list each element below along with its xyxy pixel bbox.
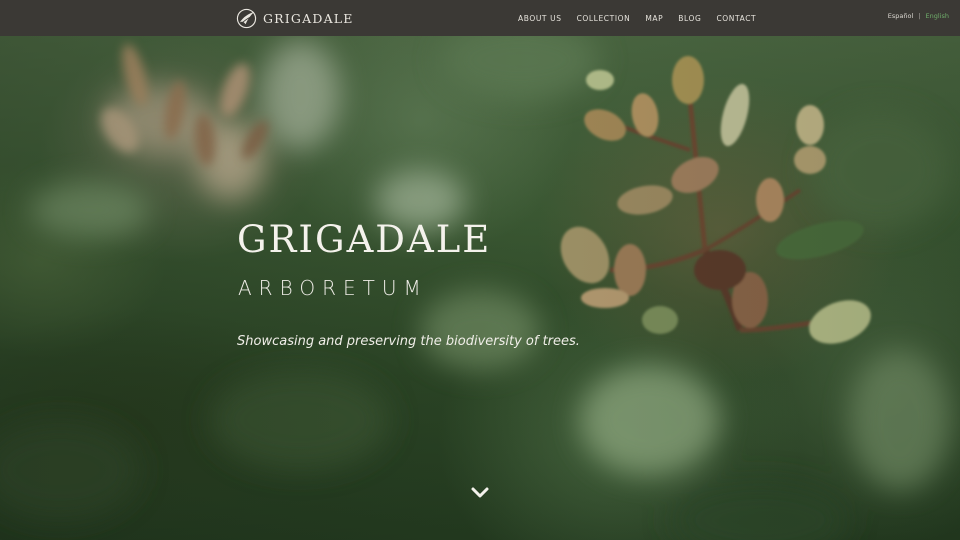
- nav-item-map[interactable]: MAP: [645, 14, 663, 23]
- brand-name: GRIGADALE: [263, 10, 354, 26]
- language-switcher: Español | English: [888, 12, 949, 20]
- nav-item-contact[interactable]: CONTACT: [716, 14, 756, 23]
- leaf-swoosh-logo-icon: [236, 8, 257, 28]
- language-option-spanish[interactable]: Español: [888, 12, 914, 20]
- page: GRIGADALE ABOUT US COLLECTION MAP BLOG C…: [0, 0, 960, 540]
- language-separator: |: [918, 12, 921, 20]
- nav-item-blog[interactable]: BLOG: [678, 14, 701, 23]
- main-navigation: ABOUT US COLLECTION MAP BLOG CONTACT: [518, 0, 771, 36]
- hero-overlay: [0, 0, 960, 540]
- brand-logo-link[interactable]: GRIGADALE: [236, 7, 354, 29]
- hero-tagline: Showcasing and preserving the biodiversi…: [237, 334, 580, 349]
- hero-title: GRIGADALE: [237, 218, 492, 261]
- top-navigation-bar: GRIGADALE ABOUT US COLLECTION MAP BLOG C…: [0, 0, 960, 36]
- chevron-down-icon[interactable]: [470, 485, 490, 501]
- nav-item-about-us[interactable]: ABOUT US: [518, 14, 562, 23]
- nav-item-collection[interactable]: COLLECTION: [577, 14, 631, 23]
- language-option-english[interactable]: English: [926, 12, 949, 20]
- hero-subtitle: ARBORETUM: [238, 276, 428, 300]
